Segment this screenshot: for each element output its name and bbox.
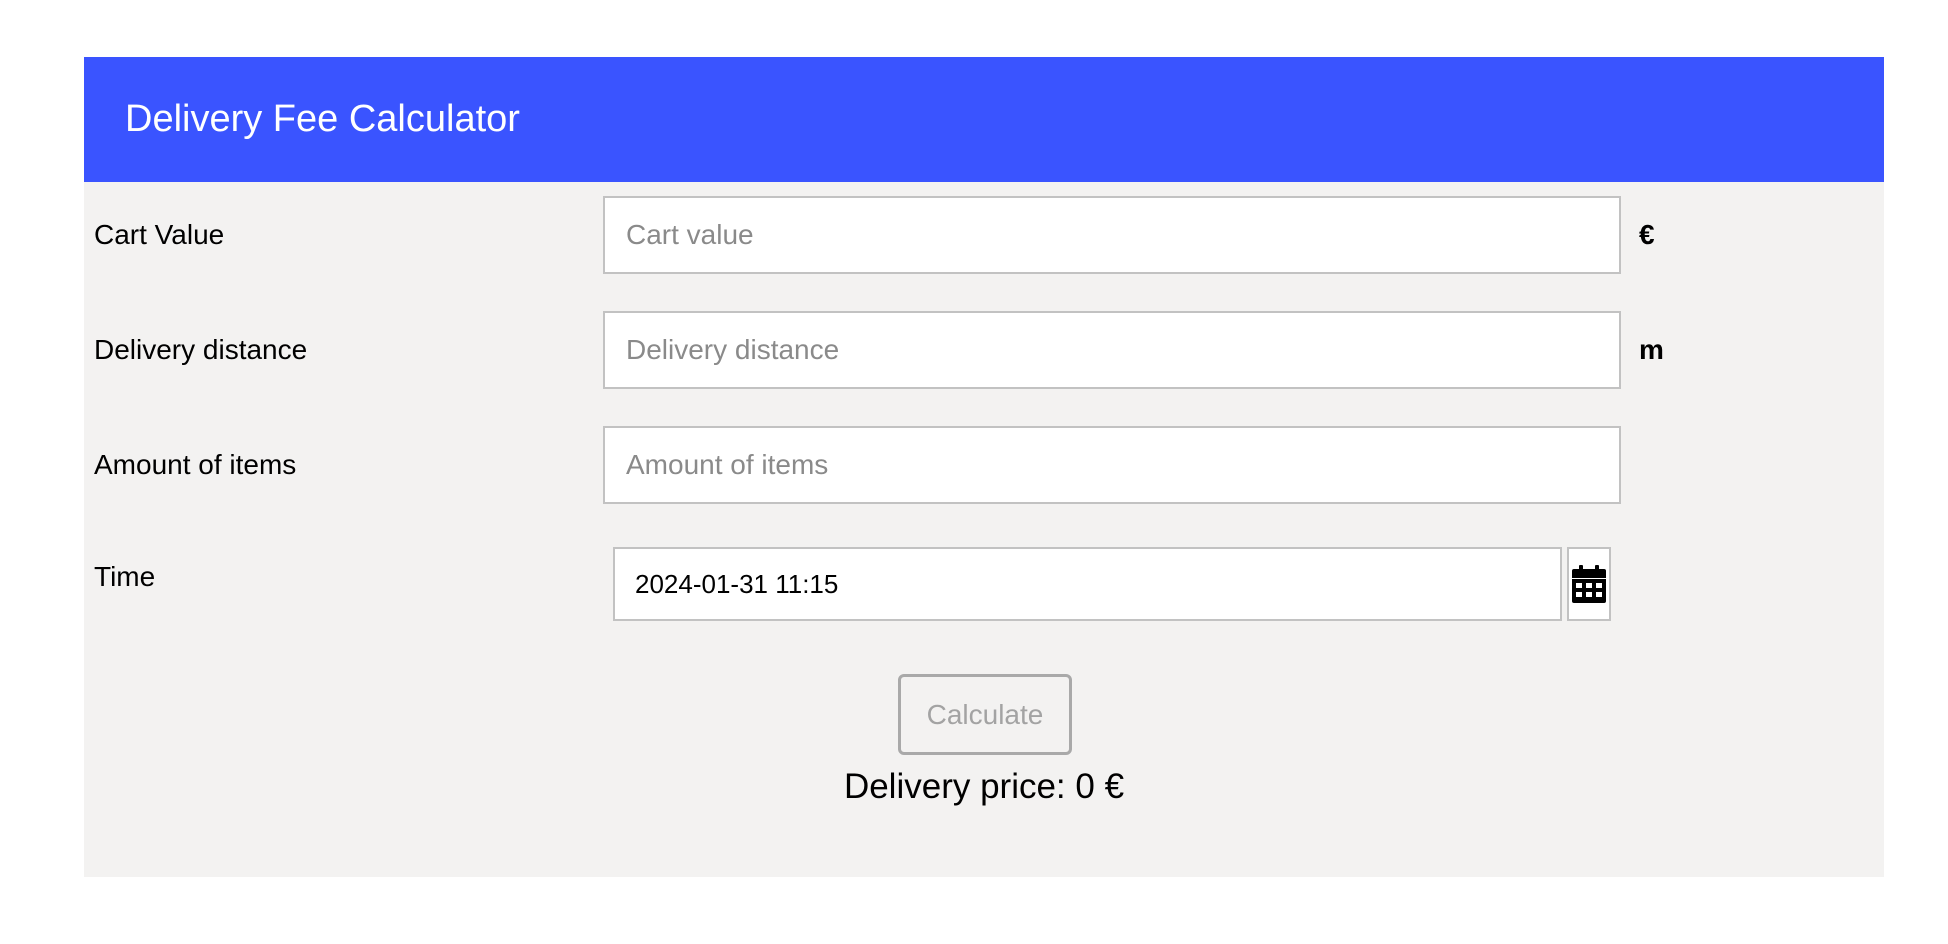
delivery-distance-input[interactable] (603, 311, 1621, 389)
amount-of-items-label: Amount of items (94, 449, 297, 480)
cart-value-row: Cart Value € (84, 196, 1884, 274)
calendar-icon (1572, 565, 1606, 603)
delivery-distance-label: Delivery distance (94, 334, 308, 365)
calculate-row: Calculate (84, 674, 1884, 755)
delivery-price: Delivery price: 0 € (843, 767, 1125, 806)
meter-unit: m (1639, 334, 1664, 365)
cart-value-label: Cart Value (94, 219, 225, 250)
page-title: Delivery Fee Calculator (125, 98, 520, 140)
time-input[interactable] (613, 547, 1562, 621)
time-label: Time (94, 561, 156, 592)
delivery-fee-calculator: Delivery Fee Calculator Cart Value € Del… (84, 57, 1884, 877)
amount-of-items-row: Amount of items (84, 426, 1884, 504)
header: Delivery Fee Calculator (84, 57, 1884, 182)
time-row: Time (84, 547, 1884, 625)
cart-value-input[interactable] (603, 196, 1621, 274)
delivery-distance-row: Delivery distance m (84, 311, 1884, 389)
calendar-button[interactable] (1567, 547, 1611, 621)
calculate-button[interactable]: Calculate (898, 674, 1072, 755)
amount-of-items-input[interactable] (603, 426, 1621, 504)
euro-unit: € (1639, 219, 1655, 250)
